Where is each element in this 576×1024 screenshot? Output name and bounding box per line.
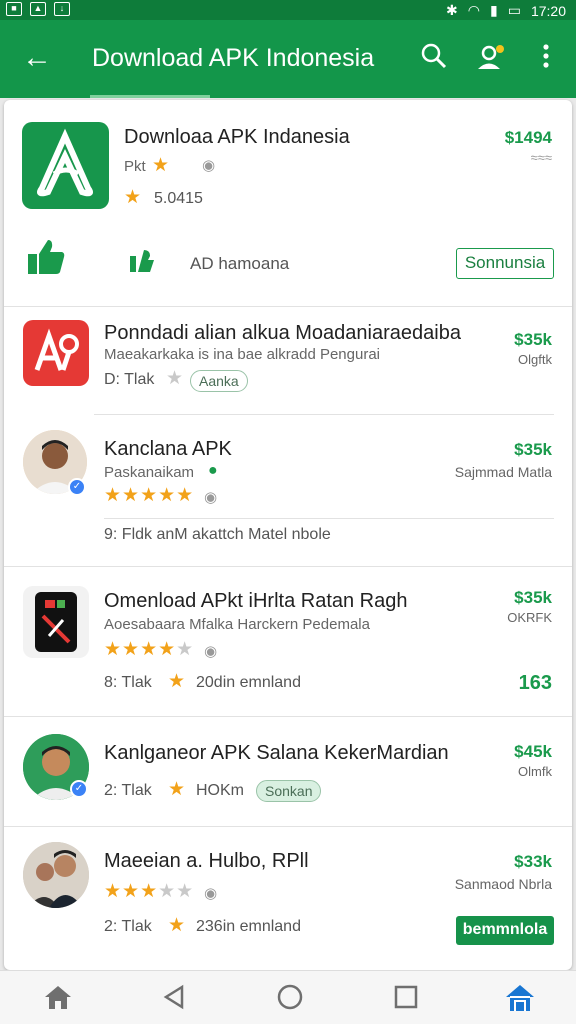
home-icon[interactable] — [42, 983, 74, 1015]
item-3-stars: ★★★★★ — [104, 639, 195, 660]
item-4-star-icon: ★ — [168, 779, 187, 800]
divider — [104, 518, 554, 519]
verified-icon: ◉ — [204, 643, 218, 660]
divider — [4, 716, 572, 717]
back-icon[interactable] — [158, 983, 190, 1015]
featured-price: $1494 — [504, 128, 552, 147]
download-icon: ↓ — [54, 2, 70, 16]
system-icons: ✱ ◠ ▮ ▭ 17:20 — [446, 2, 566, 19]
item-2-stars: ★★★★★ — [104, 485, 195, 506]
app-logo-icon[interactable] — [22, 122, 109, 209]
divider — [4, 306, 572, 307]
item-1-price-sub: Olgftk — [518, 352, 552, 367]
featured-star-icon: ★ — [152, 155, 171, 176]
status-bar: ■ ▲ ↓ ✱ ◠ ▮ ▭ 17:20 — [0, 0, 576, 20]
item-2-meta: 9: Fldk anM akattch Matel nbole — [104, 526, 331, 543]
item-3-star-icon: ★ — [168, 671, 187, 692]
item-5-price-sub: Sanmaod Nbrla — [454, 876, 552, 892]
leaf-icon: ● — [208, 462, 218, 479]
system-nav-bar — [0, 970, 576, 1024]
wifi-icon: ◠ — [467, 2, 480, 18]
app-bar: ← Download APK Indonesia — [0, 20, 576, 98]
account-icon[interactable] — [474, 42, 506, 79]
item-4-price: $45k — [514, 742, 552, 761]
item-3-price-sub: OKRFK — [507, 610, 552, 625]
thumbs-up-icon[interactable] — [26, 238, 66, 285]
verified-icon: ◉ — [204, 489, 218, 506]
item-4-name[interactable]: Kanlganeor APK Salana KekerMardian — [104, 742, 449, 765]
verified-icon: ◉ — [204, 885, 218, 902]
arrow-left-icon[interactable]: ← — [22, 40, 52, 76]
featured-action-button[interactable]: Sonnunsia — [456, 248, 554, 279]
divider — [4, 826, 572, 827]
title-underline — [90, 95, 210, 98]
app-icon-3[interactable] — [23, 586, 89, 658]
item-3-meta2: 20din emnland — [196, 674, 301, 691]
item-2-price-sub: Sajmmad Matla — [454, 464, 552, 480]
item-3-price-extra: 163 — [518, 672, 552, 694]
verified-icon: ◉ — [202, 157, 216, 174]
content-card: Downloaa APK Indanesia Pkt ★ ◉ ★ 5.0415 … — [4, 100, 572, 970]
recents-icon[interactable] — [390, 983, 422, 1015]
page-title: Download APK Indonesia — [92, 44, 375, 72]
item-2-sub: Paskanaikam — [104, 464, 195, 481]
featured-app-sub: Pkt — [124, 158, 146, 175]
divider — [4, 566, 572, 567]
item-5-star-icon: ★ — [168, 915, 187, 936]
item-1-meta: D: Tlak — [104, 371, 155, 388]
clock: 17:20 — [530, 2, 566, 19]
verified-badge-icon: ✓ — [70, 780, 88, 798]
item-2-price: $35k — [514, 440, 552, 459]
item-1-name[interactable]: Ponndadi alian alkua Moadaniaraedaiba — [104, 322, 461, 345]
cell-icon: ▮ — [490, 2, 498, 18]
featured-app-name[interactable]: Downloaa APK Indanesia — [124, 126, 350, 149]
item-4-meta2: HOKm — [196, 782, 244, 799]
item-1-price: $35k — [514, 330, 552, 349]
circle-home-icon[interactable] — [274, 983, 306, 1015]
battery-icon: ▭ — [507, 2, 521, 18]
item-3-sub: Aoesabaara Mfalka Harckern Pedemala — [104, 616, 370, 633]
item-5-meta: 2: Tlak — [104, 918, 152, 935]
item-1-sub: Maeakarkaka is ina bae alkradd Pengurai — [104, 346, 380, 363]
notification-icons: ■ ▲ ↓ — [6, 2, 70, 16]
store-icon[interactable] — [504, 983, 536, 1015]
item-4-meta: 2: Tlak — [104, 782, 152, 799]
item-4-chip[interactable]: Sonkan — [256, 780, 322, 802]
notification-icon: ■ — [6, 2, 22, 16]
featured-rating: 5.0415 — [154, 190, 203, 207]
item-4-price-sub: Olmfk — [518, 764, 552, 779]
item-5-price: $33k — [514, 852, 552, 871]
divider — [94, 414, 554, 415]
item-5-name[interactable]: Maeeian a. Hulbo, RPll — [104, 850, 309, 873]
item-5-stars: ★★★★★ — [104, 881, 195, 902]
like-caption: AD hamoana — [190, 254, 290, 273]
app-icon-1[interactable] — [23, 320, 89, 386]
signal-icon: ✱ — [446, 2, 458, 18]
more-vert-icon[interactable] — [530, 42, 562, 77]
item-2-name[interactable]: Kanclana APK — [104, 438, 232, 461]
item-5-action-button[interactable]: bemmnlola — [456, 916, 554, 945]
verified-badge-icon: ✓ — [68, 478, 86, 496]
item-1-chip[interactable]: Aanka — [190, 370, 248, 392]
item-5-meta2: 236in emnland — [196, 918, 301, 935]
item-3-name[interactable]: Omenload APkt iHrlta Ratan Ragh — [104, 590, 408, 613]
share-icon[interactable] — [126, 246, 156, 279]
item-3-price: $35k — [514, 588, 552, 607]
search-icon[interactable] — [418, 42, 450, 77]
featured-price-sub: ≈≈≈ — [530, 150, 552, 165]
item-3-meta: 8: Tlak — [104, 674, 152, 691]
gallery-icon: ▲ — [30, 2, 46, 16]
item-1-star-icon: ★ — [166, 368, 185, 389]
avatar-5[interactable] — [23, 842, 89, 908]
rating-star-icon: ★ — [124, 187, 143, 208]
